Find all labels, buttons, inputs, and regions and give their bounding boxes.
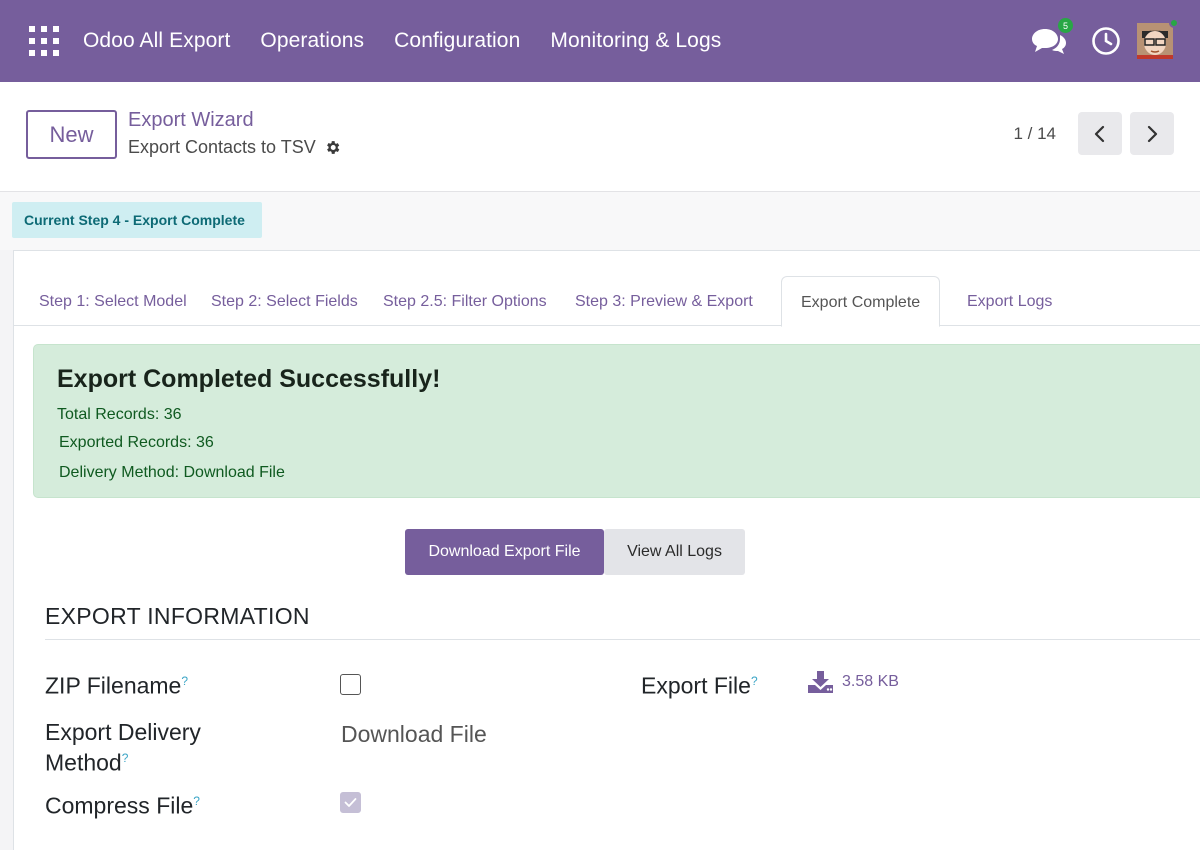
- download-export-file-button[interactable]: Download Export File: [405, 529, 604, 575]
- total-records-text: Total Records: 36: [57, 406, 182, 423]
- tab-export-complete[interactable]: Export Complete: [781, 276, 941, 327]
- user-avatar-icon: [1137, 23, 1173, 59]
- delivery-label-line-2: Method: [45, 749, 122, 776]
- zip-filename-label: ZIP Filename?: [45, 668, 188, 699]
- gear-icon[interactable]: [324, 139, 341, 156]
- top-navbar: Odoo All Export Operations Configuration…: [0, 0, 1200, 82]
- menu-operations[interactable]: Operations: [260, 29, 364, 53]
- pager-value[interactable]: 1 / 14: [1013, 124, 1056, 144]
- export-file-size[interactable]: 3.58 KB: [842, 673, 899, 691]
- chevron-left-icon: [1094, 125, 1105, 142]
- export-delivery-method-value: Download File: [341, 721, 487, 747]
- delivery-method-text: Delivery Method: Download File: [59, 464, 285, 481]
- new-button[interactable]: New: [26, 110, 117, 159]
- activities-button[interactable]: [1091, 26, 1121, 56]
- tab-step-2-select-fields[interactable]: Step 2: Select Fields: [211, 276, 358, 326]
- breadcrumb-export-wizard[interactable]: Export Wizard: [128, 109, 254, 132]
- help-tooltip-icon[interactable]: ?: [122, 751, 129, 765]
- success-alert: Export Completed Successfully! Total Rec…: [33, 344, 1200, 498]
- messages-badge: 5: [1058, 18, 1073, 33]
- record-title-text: Export Contacts to TSV: [128, 137, 316, 157]
- tab-step-3-preview-export[interactable]: Step 3: Preview & Export: [575, 276, 753, 326]
- presence-indicator: [1169, 18, 1179, 28]
- delivery-label-line-1: Export Delivery: [45, 719, 201, 745]
- view-all-logs-button[interactable]: View All Logs: [604, 529, 745, 575]
- tab-export-logs[interactable]: Export Logs: [967, 276, 1052, 326]
- exported-records-text: Exported Records: 36: [59, 434, 214, 451]
- export-file-label-text: Export File: [641, 672, 751, 699]
- download-icon: [808, 671, 833, 693]
- zip-filename-label-text: ZIP Filename: [45, 672, 182, 699]
- apps-menu-icon[interactable]: [29, 26, 59, 56]
- pager-next-button[interactable]: [1130, 112, 1174, 155]
- compress-file-label: Compress File?: [45, 788, 200, 819]
- app-name[interactable]: Odoo All Export: [83, 29, 230, 53]
- help-tooltip-icon[interactable]: ?: [193, 794, 200, 808]
- messages-button[interactable]: 5: [1031, 18, 1073, 55]
- help-tooltip-icon[interactable]: ?: [751, 674, 758, 688]
- control-panel: New Export Wizard Export Contacts to TSV…: [0, 82, 1200, 192]
- compress-file-label-text: Compress File: [45, 792, 194, 819]
- menu-monitoring-logs[interactable]: Monitoring & Logs: [550, 29, 721, 53]
- tab-step-2-5-filter-options[interactable]: Step 2.5: Filter Options: [383, 276, 547, 326]
- record-title: Export Contacts to TSV: [128, 137, 341, 158]
- pager: 1 / 14: [1013, 112, 1174, 155]
- section-divider: [45, 639, 1200, 640]
- status-bar: Current Step 4 - Export Complete: [0, 192, 1200, 250]
- form-sheet: Step 1: Select Model Step 2: Select Fiel…: [13, 250, 1200, 850]
- chevron-right-icon: [1147, 125, 1158, 142]
- checkmark-icon: [344, 798, 357, 807]
- export-file-label: Export File?: [641, 668, 758, 699]
- section-title-export-information: EXPORT INFORMATION: [45, 603, 310, 629]
- menu-configuration[interactable]: Configuration: [394, 29, 520, 53]
- clock-icon: [1092, 27, 1120, 55]
- export-file-download-link[interactable]: 3.58 KB: [808, 671, 899, 693]
- current-step-badge: Current Step 4 - Export Complete: [12, 202, 262, 238]
- help-tooltip-icon[interactable]: ?: [181, 674, 188, 688]
- notebook-tabs: Step 1: Select Model Step 2: Select Fiel…: [14, 276, 1200, 327]
- alert-title: Export Completed Successfully!: [57, 365, 441, 393]
- compress-file-checkbox[interactable]: [340, 792, 361, 813]
- user-avatar[interactable]: [1137, 18, 1179, 59]
- pager-previous-button[interactable]: [1078, 112, 1122, 155]
- zip-filename-checkbox[interactable]: [340, 674, 361, 695]
- export-delivery-method-label: Export Delivery Method?: [45, 719, 201, 776]
- tab-step-1-select-model[interactable]: Step 1: Select Model: [39, 276, 187, 326]
